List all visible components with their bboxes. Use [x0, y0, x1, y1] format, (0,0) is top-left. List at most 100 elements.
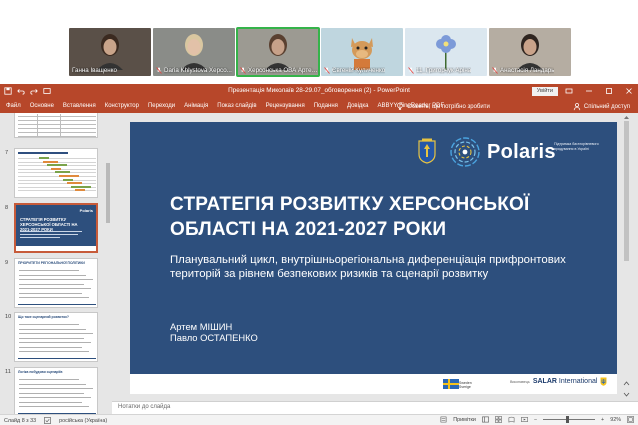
status-right: Примітки − + 92%	[440, 416, 634, 423]
thumbnail-scrollbar[interactable]	[105, 113, 111, 414]
thumbnail-title: Що таке сценарний розвиток?	[18, 315, 69, 319]
thumbnail-logo: Polaris	[79, 208, 93, 213]
reading-view-icon[interactable]	[508, 416, 515, 423]
ribbon-tab[interactable]: Основне	[30, 103, 54, 109]
polaris-swirl-icon	[450, 137, 480, 167]
slide-subtitle[interactable]: Планувальний цикл, внутрішньорегіональна…	[170, 253, 610, 282]
participant-tile[interactable]: Анастасія Ландарь	[489, 28, 571, 76]
ribbon-tab[interactable]: Показ слайдів	[217, 103, 256, 109]
notes-icon	[440, 416, 447, 423]
scroll-up-icon[interactable]	[623, 114, 630, 120]
ribbon-tab[interactable]: Подання	[314, 103, 338, 109]
salar-logo: Виконавець SALAR International	[510, 377, 607, 386]
slide-scroll-thumb[interactable]	[624, 121, 629, 261]
slide-thumbnail[interactable]: ПРІОРИТЕТИ РЕГІОНАЛЬНОЇ ПОЛІТИКИ	[14, 258, 98, 308]
language-indicator[interactable]: російська (Україна)	[59, 418, 107, 424]
slide-thumbnail[interactable]	[14, 113, 98, 138]
slide-scrollbar[interactable]	[622, 113, 631, 401]
ukraine-trident-icon	[600, 377, 607, 386]
thumbnail-scroll-thumb[interactable]	[106, 163, 110, 223]
slide-thumbnail[interactable]	[14, 148, 98, 198]
slide-sorter-icon[interactable]	[495, 416, 502, 423]
slide-thumbnail[interactable]: СТРАТЕГІЯ РОЗВИТКУ ХЕРСОНСЬКОЇ ОБЛАСТІ Н…	[14, 203, 98, 253]
participant-tile[interactable]: Херсонська ОВА Артем ...	[236, 27, 320, 77]
thumbnail-title: СТРАТЕГІЯ РОЗВИТКУ ХЕРСОНСЬКОЇ ОБЛАСТІ Н…	[20, 217, 78, 232]
notes-placeholder: Нотатки до слайда	[118, 404, 171, 410]
zoom-level[interactable]: 92%	[610, 417, 621, 423]
thumbnail-number: 10	[5, 314, 12, 320]
tell-me-box[interactable]: Скажіть, що потрібно зробити	[396, 102, 490, 111]
ribbon-tab[interactable]: Довідка	[347, 103, 369, 109]
ribbon-tab[interactable]: Анімація	[184, 103, 208, 109]
tell-me-label: Скажіть, що потрібно зробити	[407, 103, 490, 110]
ribbon-tab[interactable]: Переходи	[148, 103, 175, 109]
salar-prefix: Виконавець	[510, 379, 530, 384]
ribbon-tab[interactable]: Вставлення	[63, 103, 96, 109]
participant-name-row: Євгеній Куличенко	[321, 65, 403, 75]
status-bar: Слайд 8 з 33 російська (Україна) Примітк…	[0, 414, 638, 425]
notes-pane[interactable]: Нотатки до слайда	[112, 401, 638, 414]
ribbon-tabs: Файл Основне Вставлення Конструктор Переходи…	[0, 100, 638, 113]
zoom-knob[interactable]	[566, 416, 570, 423]
zoom-out-button[interactable]: −	[534, 417, 537, 423]
minimize-icon[interactable]	[584, 86, 594, 96]
participant-name: Анастасія Ландарь	[500, 66, 555, 74]
participant-name-row: Анастасія Ландарь	[489, 65, 571, 75]
participant-name-row: 11_Григорчук Аріна	[405, 65, 487, 75]
zoom-track	[543, 419, 596, 420]
fit-to-window-icon[interactable]	[627, 416, 634, 423]
ribbon-tab[interactable]: Файл	[6, 103, 21, 109]
polaris-logo-text: Polaris	[487, 141, 556, 163]
thumbnail-number: 8	[5, 205, 9, 211]
slide-counter: Слайд 8 з 33	[4, 417, 37, 424]
thumbnail-title: ПРІОРИТЕТИ РЕГІОНАЛЬНОЇ ПОЛІТИКИ	[18, 261, 85, 265]
close-icon[interactable]	[624, 86, 634, 96]
mic-muted-icon	[156, 66, 162, 74]
previous-slide-icon[interactable]	[623, 381, 630, 387]
author-name: Артем МІШИН	[170, 321, 233, 332]
slideshow-view-icon[interactable]	[521, 416, 528, 423]
salar-wordmark: SALAR International	[533, 378, 598, 385]
ribbon-tab[interactable]: Конструктор	[105, 103, 139, 109]
video-call-strip: Ганна Іващенко Daria Khlystova Херсо... Хе…	[0, 0, 638, 84]
title-bar: Презентація Миколаїв 28-29.07_обговоренн…	[0, 84, 638, 100]
slide-thumbnail[interactable]: Що таке сценарний розвиток?	[14, 312, 98, 362]
slide-title[interactable]: СТРАТЕГІЯ РОЗВИТКУ ХЕРСОНСЬКОЇ ОБЛАСТІ Н…	[170, 192, 610, 242]
slide-authors[interactable]: Артем МІШИН Павло ОСТАПЕНКО	[170, 321, 258, 343]
zoom-in-button[interactable]: +	[601, 417, 604, 423]
participant-name-row: Херсонська ОВА Артем ...	[237, 65, 319, 75]
ribbon-tab[interactable]: Рецензування	[266, 103, 305, 109]
slide-thumbnail[interactable]: Логіка побудови сценаріїв	[14, 367, 98, 414]
sign-in-button[interactable]: Увійти	[531, 87, 558, 96]
share-button[interactable]: Спільний доступ	[573, 102, 630, 111]
current-slide[interactable]: Polaris Підтримка багаторівневого врядув…	[130, 122, 617, 394]
participant-name: Ганна Іващенко	[72, 66, 117, 74]
next-slide-icon[interactable]	[623, 391, 630, 397]
participant-tile[interactable]: 11_Григорчук Аріна	[405, 28, 487, 76]
thumbnail-number: 9	[5, 260, 9, 266]
sweden-caption-line: Sverige	[459, 385, 471, 389]
salar-bold: SALAR	[532, 378, 557, 385]
mic-muted-icon	[492, 66, 498, 74]
maximize-icon[interactable]	[604, 86, 614, 96]
author-name: Павло ОСТАПЕНКО	[170, 332, 258, 343]
thumbnail-title: Логіка побудови сценаріїв	[18, 370, 63, 374]
share-label: Спільний доступ	[583, 103, 630, 110]
notes-toggle[interactable]: Примітки	[453, 417, 476, 423]
participant-name-row: Ганна Іващенко	[69, 65, 151, 75]
participant-tile[interactable]: Daria Khlystova Херсо...	[153, 28, 235, 76]
thumbnail-number: 11	[5, 369, 11, 375]
normal-view-icon[interactable]	[482, 416, 489, 423]
sweden-flag-icon	[443, 379, 459, 389]
share-person-icon	[573, 103, 581, 111]
ribbon-tab-list: Файл Основне Вставлення Конструктор Переходи…	[6, 103, 444, 109]
ribbon-display-icon[interactable]	[564, 86, 574, 96]
spelling-check-icon[interactable]	[44, 417, 52, 424]
lightbulb-icon	[397, 102, 403, 110]
zoom-slider[interactable]	[543, 416, 596, 423]
participant-name: Daria Khlystova Херсо...	[164, 66, 232, 74]
mic-muted-icon	[324, 66, 330, 74]
slide-thumbnail-pane[interactable]: 7 8 СТРАТЕГІЯ РОЗВИТКУ ХЕРСОНСЬКОЇ ОБЛАСТІ…	[0, 113, 112, 414]
participant-tile[interactable]: Ганна Іващенко	[69, 28, 151, 76]
participant-tile[interactable]: Євгеній Куличенко	[321, 28, 403, 76]
